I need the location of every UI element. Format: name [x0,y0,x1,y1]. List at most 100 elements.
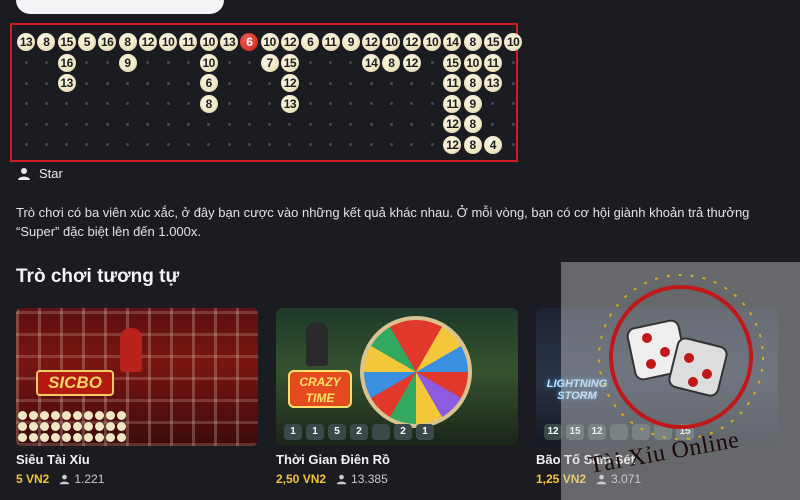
roadmap-empty-dot [44,102,48,105]
user-icon [336,474,347,484]
roadmap-empty-dot [430,81,434,85]
roadmap-empty-dot [126,102,129,105]
roadmap-empty-dot [491,102,495,105]
roadmap-empty-dot [430,143,434,146]
roadmap-result-chip: 8 [463,135,482,154]
roadmap-empty-dot [186,122,190,126]
star-label: Star [39,166,63,181]
roadmap-result-chip: 8 [463,33,482,51]
roadmap-empty-dot [410,122,414,126]
mini-result-chip [51,411,60,420]
roadmap-empty-dot [24,122,28,126]
roadmap-result-chip: 10 [260,33,279,51]
result-segment: 1 [306,424,324,440]
game-card-sieu-tai-xiu[interactable]: SICBO Siêu Tài Xỉu 5 VN2 1.221 [16,308,258,486]
result-segment: 2 [350,424,368,440]
roadmap-empty-dot [24,143,28,146]
game-card-crazy-time[interactable]: CRAZY TIME 115221 Thời Gian Điên Rồ 2,50… [276,308,518,486]
roadmap-result-chip: 5 [77,33,96,51]
roadmap-result-chip: 12 [362,33,381,51]
roadmap-result-chip: 12 [402,53,421,72]
roadmap-result-chip: 13 [483,74,502,92]
roadmap-empty-dot [227,143,231,146]
roadmap-empty-dot [85,102,89,105]
roadmap-empty-dot [369,81,373,85]
roadmap-result-chip: 9 [118,53,137,72]
roadmap-result-chip: 9 [341,33,360,51]
roadmap-empty-dot [511,122,515,126]
mini-result-chip [40,411,49,420]
roadmap-empty-dot [65,102,69,105]
roadmap-empty-dot [44,81,48,85]
roadmap-empty-dot [166,81,170,85]
roadmap-empty-dot [349,122,353,126]
roadmap-result-chip: 15 [280,53,299,72]
roadmap-result-chip: 13 [220,33,238,51]
roadmap-empty-dot [126,143,129,146]
roadmap-result-chip: 6 [240,33,259,51]
roadmap-empty-dot [166,143,170,146]
roadmap-result-chip: 10 [463,53,482,72]
player-count-value: 1.221 [74,472,105,486]
roadmap-empty-dot [166,122,170,126]
roadmap-result-chip: 6 [199,74,218,92]
roadmap-result-chip: 8 [382,53,401,72]
mini-result-chip [62,411,71,420]
mini-result-chip [29,422,38,431]
star-row: Star [17,166,63,181]
roadmap-empty-dot [389,102,393,105]
roadmap-result-chip: 13 [17,33,35,51]
result-segment: 2 [394,424,412,440]
roadmap-empty-dot [65,122,69,126]
roadmap-result-chip: 9 [463,94,482,113]
top-pill-tab[interactable] [16,0,224,14]
roadmap-empty-dot [389,143,393,146]
roadmap-empty-dot [308,143,312,146]
roadmap-empty-dot [85,61,89,64]
roadmap-empty-dot [247,102,251,105]
roadmap-empty-dot [85,143,89,146]
roadmap-empty-dot [24,81,28,85]
game-thumbnail[interactable]: SICBO [16,308,258,446]
game-thumbnail[interactable]: CRAZY TIME 115221 [276,308,518,446]
roadmap-empty-dot [430,61,434,64]
roadmap-result-chip: 10 [423,33,441,51]
roadmap-empty-dot [186,102,190,105]
roadmap-empty-dot [146,81,150,85]
roadmap-empty-dot [430,122,434,126]
roadmap-empty-dot [186,61,190,64]
roadmap-result-chip: 13 [57,74,76,92]
roadmap-empty-dot [410,102,414,105]
roadmap-result-chip: 4 [483,135,502,154]
roadmap-result-chip: 15 [443,53,462,72]
roadmap-empty-dot [308,61,312,64]
roadmap-empty-dot [166,102,170,105]
roadmap-result-chip: 12 [402,33,421,51]
player-count-value: 13.385 [351,472,388,486]
mini-result-chip [29,433,38,442]
mini-result-chip [18,411,27,420]
roadmap-empty-dot [288,122,292,126]
roadmap-empty-dot [308,81,312,85]
roadmap-empty-dot [511,143,515,146]
mini-result-chip [62,433,71,442]
roadmap-empty-dot [186,143,190,146]
roadmap-result-chip: 11 [483,53,502,72]
roadmap-empty-dot [430,102,434,105]
roadmap-result-chip: 11 [321,33,340,51]
roadmap-empty-dot [126,122,129,126]
user-icon [18,167,30,180]
roadmap-empty-dot [126,81,129,85]
mini-result-chip [73,422,82,431]
roadmap-empty-dot [146,122,150,126]
game-description: Trò chơi có ba viên xúc xắc, ở đây bạn c… [16,205,750,239]
roadmap-empty-dot [105,122,109,126]
roadmap-empty-dot [227,122,231,126]
mini-result-chip [29,411,38,420]
roadmap-result-chip: 14 [443,33,462,51]
roadmap-history-panel: 13 8 15 16 13 5 16 8 9 12 10 11 10 10 6 8 13 6 10 7 12 15 12 13… [10,23,523,162]
roadmap-empty-dot [24,102,28,105]
roadmap-result-chip: 14 [362,53,381,72]
result-chips [18,411,128,442]
roadmap-empty-dot [207,122,211,126]
